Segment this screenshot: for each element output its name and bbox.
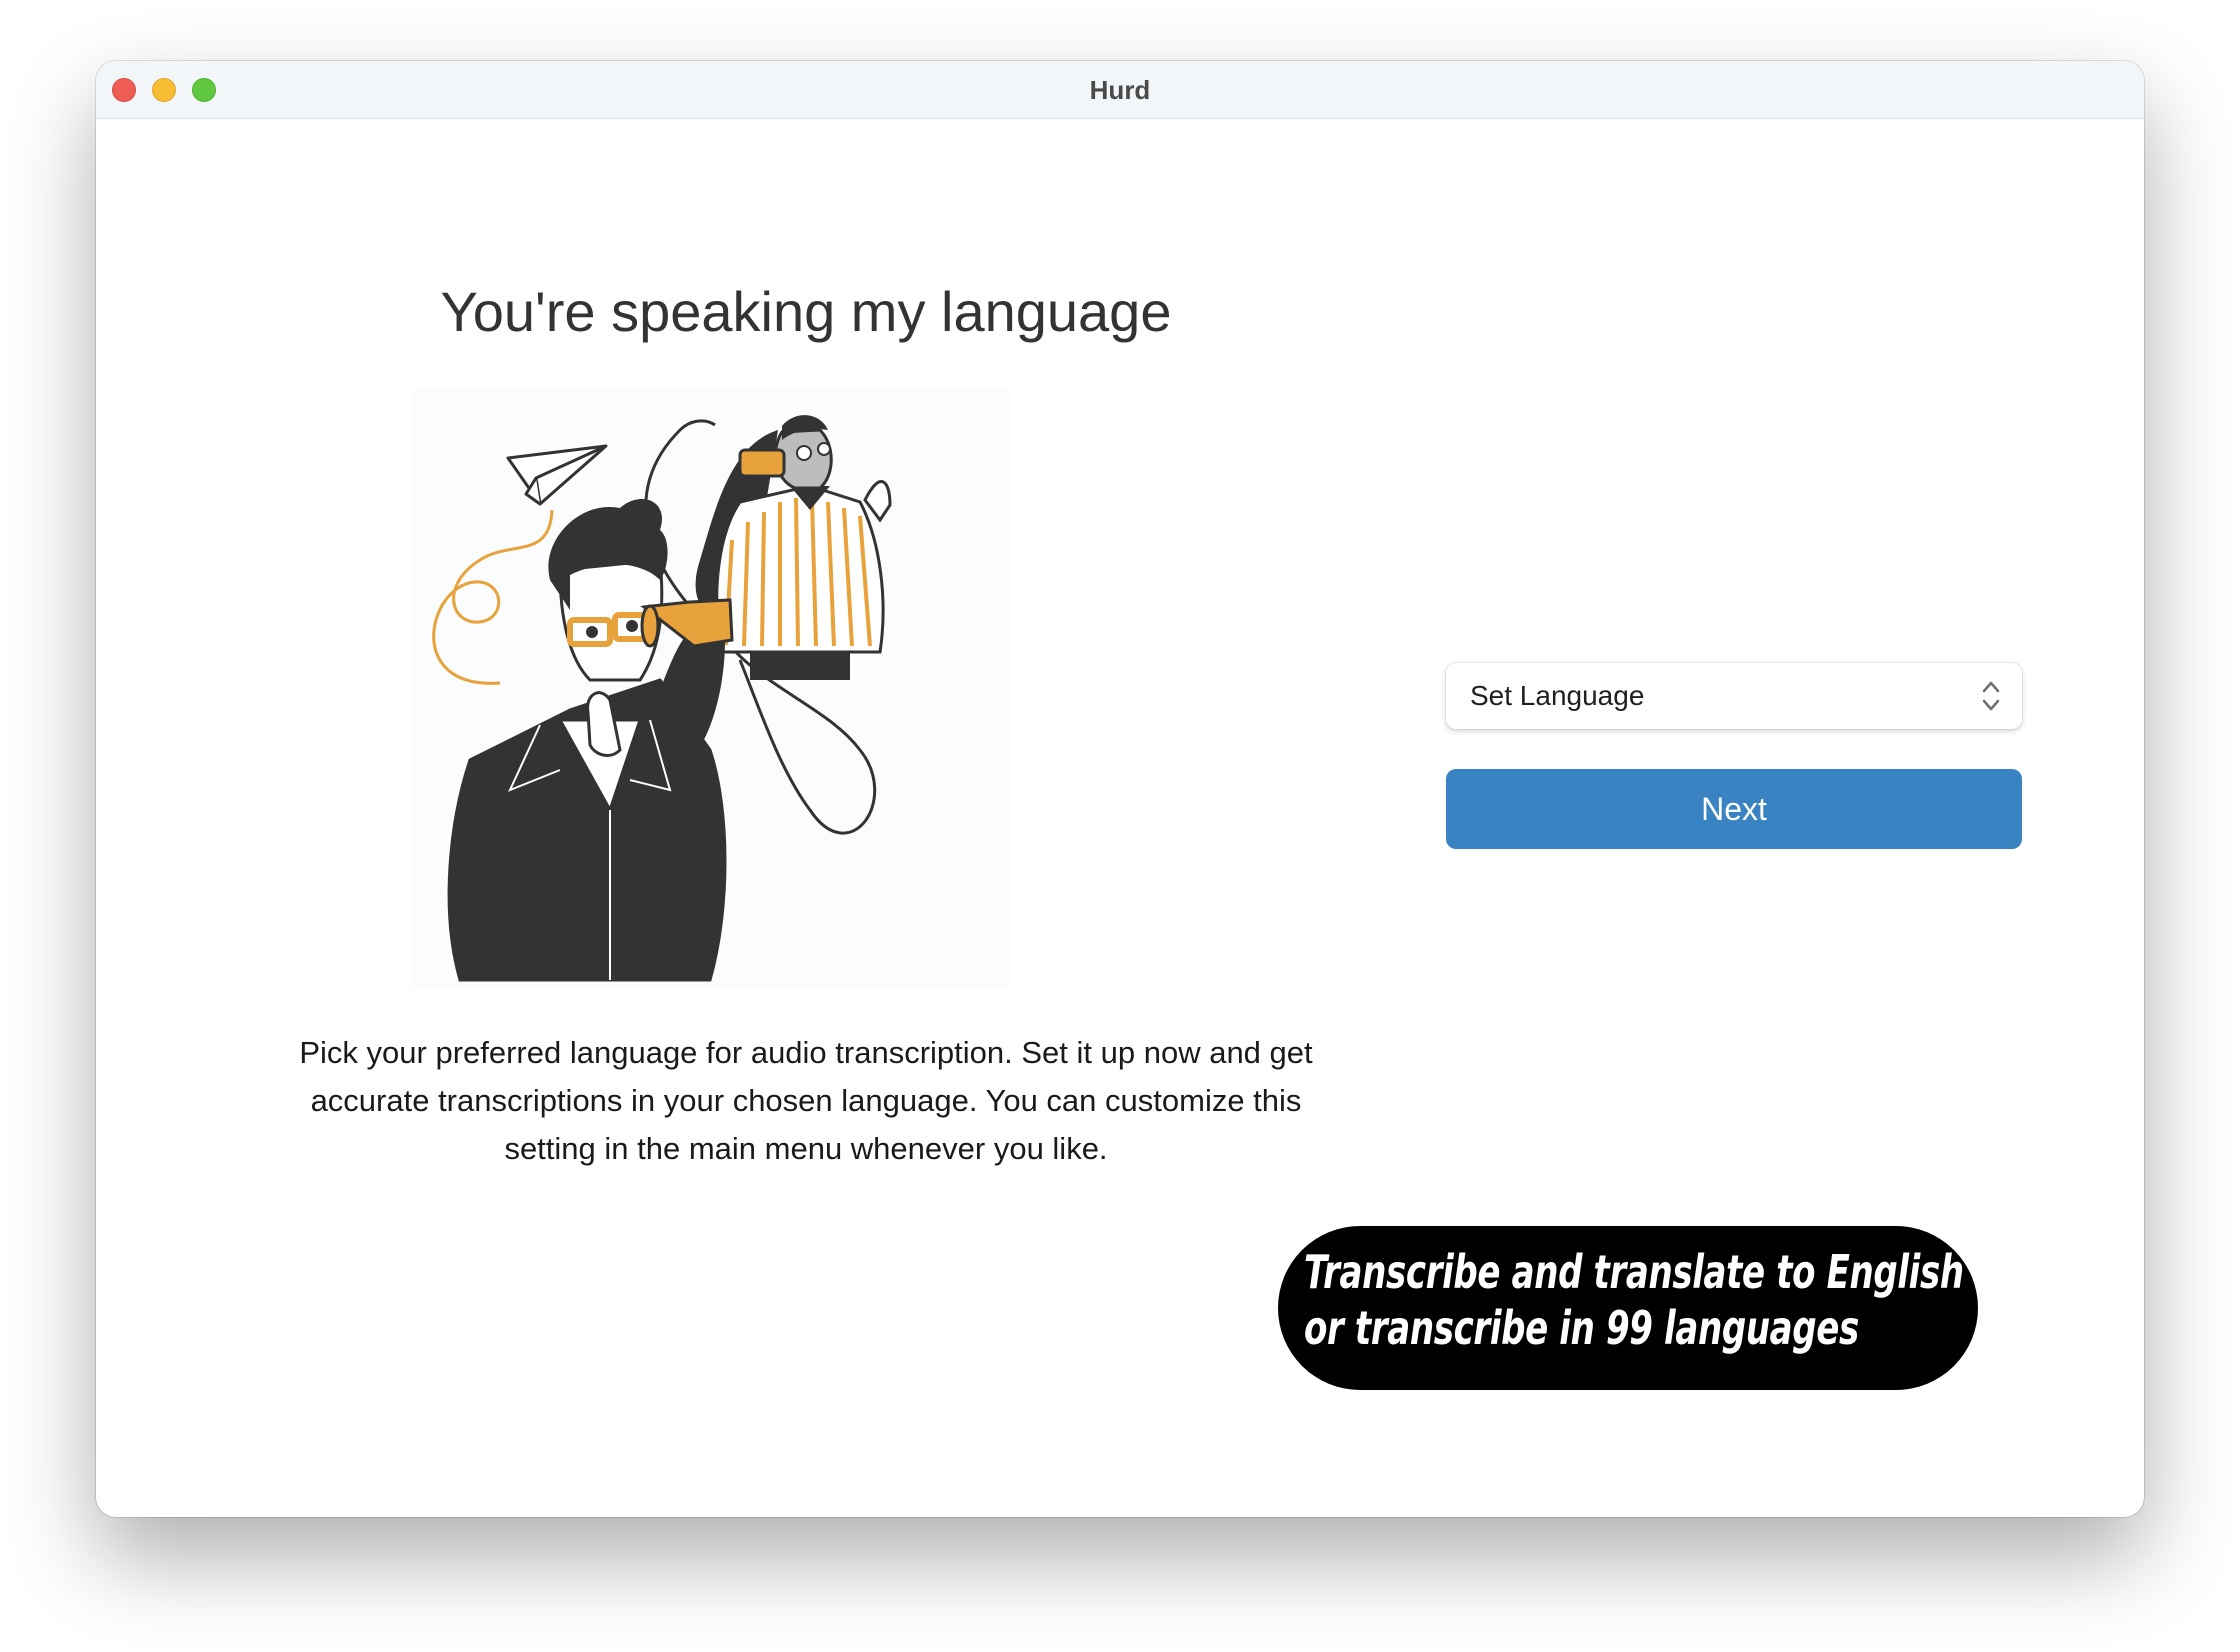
promo-line-1: Transcribe and translate to English (1304, 1245, 1964, 1299)
promo-banner: Transcribe and translate to English or t… (1278, 1226, 1978, 1390)
onboarding-description: Pick your preferred language for audio t… (299, 1035, 1313, 1166)
language-select[interactable]: Set Language (1446, 663, 2022, 729)
window-title: Hurd (1089, 75, 1151, 105)
up-down-chevron-icon (1982, 681, 2000, 711)
next-button[interactable]: Next (1446, 769, 2022, 849)
title-bar[interactable]: Hurd (96, 61, 2144, 119)
promo-line-2: or transcribe in 99 languages (1304, 1301, 1859, 1355)
tin-can-phone-illustration (410, 390, 1010, 990)
language-select-value: Set Language (1470, 680, 1645, 711)
page-title: You're speaking my language (440, 280, 1172, 343)
